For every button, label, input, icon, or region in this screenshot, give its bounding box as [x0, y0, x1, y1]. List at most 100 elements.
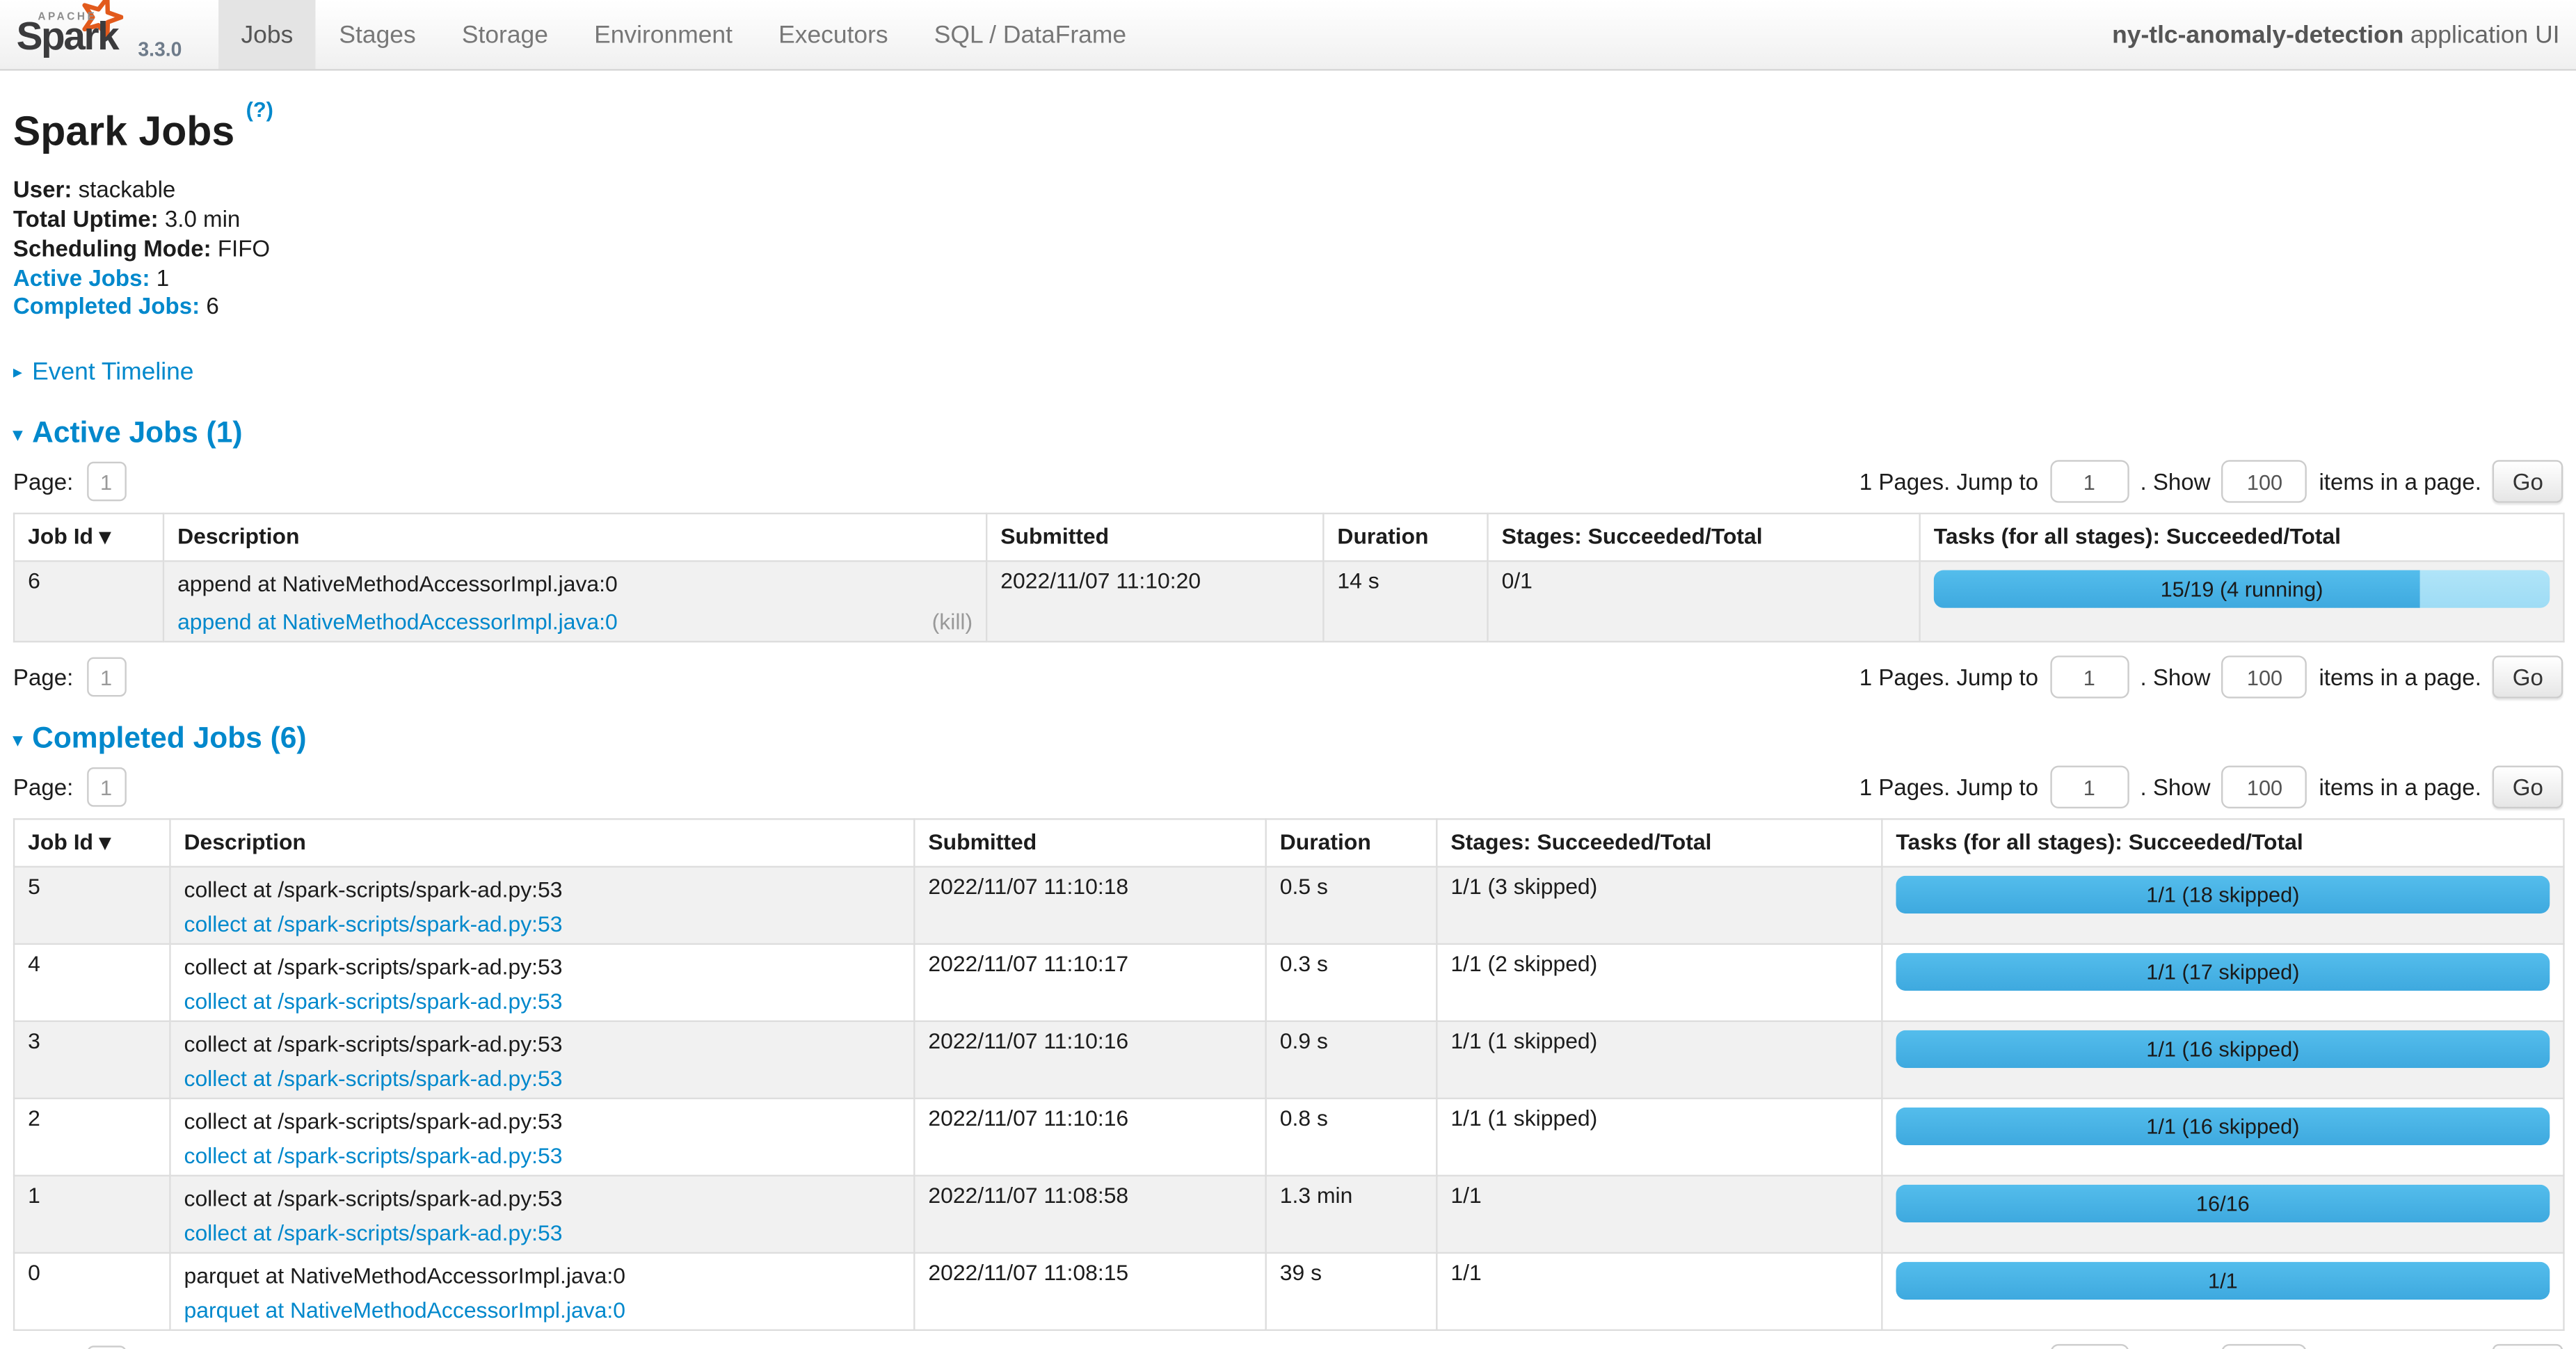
page-number-input[interactable]	[86, 768, 126, 808]
job-id-cell: 0	[14, 1253, 170, 1330]
go-button[interactable]: Go	[2493, 656, 2563, 699]
application-title: ny-tlc-anomaly-detection application UI	[2112, 0, 2576, 69]
active-jobs-title: Active Jobs (1)	[32, 416, 242, 451]
completed-job-row: 0 parquet at NativeMethodAccessorImpl.ja…	[14, 1253, 2563, 1330]
page-size-input[interactable]	[2222, 1344, 2307, 1348]
go-button[interactable]: Go	[2493, 766, 2563, 808]
description-cell: collect at /spark-scripts/spark-ad.py:53…	[170, 1099, 914, 1176]
col-submitted[interactable]: Submitted	[986, 514, 1323, 561]
col-description[interactable]: Description	[170, 820, 914, 867]
col-tasks[interactable]: Tasks (for all stages): Succeeded/Total	[1882, 820, 2563, 867]
job-detail-link[interactable]: collect at /spark-scripts/spark-ad.py:53	[184, 1144, 563, 1168]
col-tasks[interactable]: Tasks (for all stages): Succeeded/Total	[1920, 514, 2564, 561]
summary-active-jobs: Active Jobs: 1	[13, 264, 2563, 293]
show-text: . Show	[2140, 664, 2210, 691]
col-duration[interactable]: Duration	[1323, 514, 1487, 561]
page-size-input[interactable]	[2222, 461, 2307, 503]
tab-stages[interactable]: Stages	[316, 0, 438, 69]
description-cell: parquet at NativeMethodAccessorImpl.java…	[170, 1253, 914, 1330]
tab-environment[interactable]: Environment	[571, 0, 755, 69]
page-number-input[interactable]	[86, 462, 126, 502]
tab-jobs[interactable]: Jobs	[218, 0, 316, 69]
progress-label: 1/1 (18 skipped)	[1896, 876, 2550, 913]
page-title-text: Spark Jobs	[13, 109, 234, 154]
col-description[interactable]: Description	[163, 514, 986, 561]
stages-cell: 1/1	[1437, 1176, 1882, 1253]
items-text: items in a page.	[2319, 774, 2481, 801]
jump-to-input[interactable]	[2050, 1344, 2129, 1348]
duration-cell: 14 s	[1323, 561, 1487, 642]
go-button[interactable]: Go	[2493, 1344, 2563, 1348]
active-jobs-anchor[interactable]: Active Jobs:	[13, 264, 150, 290]
page-title: Spark Jobs (?)	[13, 97, 2563, 157]
job-description: collect at /spark-scripts/spark-ad.py:53	[184, 1110, 901, 1134]
job-id-cell: 2	[14, 1099, 170, 1176]
description-cell: collect at /spark-scripts/spark-ad.py:53…	[170, 1176, 914, 1253]
table-header-row: Job Id ▾ Description Submitted Duration …	[14, 820, 2563, 867]
page-number-input[interactable]	[86, 657, 126, 697]
tab-storage[interactable]: Storage	[439, 0, 571, 69]
duration-cell: 39 s	[1266, 1253, 1437, 1330]
job-description: collect at /spark-scripts/spark-ad.py:53	[184, 1187, 901, 1211]
navbar: APACHE Spark 3.3.0 Jobs Stages Storage E…	[0, 0, 2576, 71]
application-suffix: application UI	[2410, 21, 2560, 49]
col-job-id[interactable]: Job Id ▾	[14, 514, 163, 561]
summary-scheduling-label: Scheduling Mode:	[13, 234, 211, 261]
pagination-active-bottom: Page: 1 Pages. Jump to . Show items in a…	[13, 656, 2563, 699]
summary-scheduling-value: FIFO	[218, 234, 270, 261]
job-description: collect at /spark-scripts/spark-ad.py:53	[184, 955, 901, 980]
jump-to-input[interactable]	[2050, 766, 2129, 808]
stages-cell: 0/1	[1488, 561, 1920, 642]
pagination-completed-bottom: Page: 1 Pages. Jump to . Show items in a…	[13, 1344, 2563, 1348]
jump-to-input[interactable]	[2050, 656, 2129, 699]
submitted-cell: 2022/11/07 11:10:16	[914, 1021, 1265, 1099]
active-jobs-table: Job Id ▾ Description Submitted Duration …	[13, 513, 2565, 643]
summary-uptime-value: 3.0 min	[165, 205, 240, 232]
completed-jobs-header[interactable]: ▾ Completed Jobs (6)	[13, 721, 2563, 756]
job-detail-link[interactable]: collect at /spark-scripts/spark-ad.py:53	[184, 989, 563, 1014]
page-label: Page:	[13, 469, 73, 495]
tasks-cell: 1/1 (18 skipped)	[1882, 867, 2563, 944]
col-submitted[interactable]: Submitted	[914, 820, 1265, 867]
completed-jobs-anchor[interactable]: Completed Jobs:	[13, 293, 200, 319]
pages-text: 1 Pages. Jump to	[1859, 469, 2038, 495]
task-progress-bar: 15/19 (4 running)	[1934, 570, 2550, 608]
page-size-input[interactable]	[2222, 766, 2307, 808]
col-duration[interactable]: Duration	[1266, 820, 1437, 867]
job-detail-link[interactable]: append at NativeMethodAccessorImpl.java:…	[177, 610, 618, 634]
job-detail-link[interactable]: collect at /spark-scripts/spark-ad.py:53	[184, 1221, 563, 1245]
job-id-cell: 1	[14, 1176, 170, 1253]
logo-brand-text: Spark	[17, 15, 118, 61]
spark-logo[interactable]: APACHE Spark	[13, 0, 128, 65]
jump-to-input[interactable]	[2050, 461, 2129, 503]
pagination-completed-top: Page: 1 Pages. Jump to . Show items in a…	[13, 766, 2563, 808]
page-label: Page:	[13, 774, 73, 801]
active-job-row: 6 append at NativeMethodAccessorImpl.jav…	[14, 561, 2563, 642]
tab-sql-dataframe[interactable]: SQL / DataFrame	[911, 0, 1149, 69]
progress-label: 1/1 (17 skipped)	[1896, 953, 2550, 991]
duration-cell: 0.8 s	[1266, 1099, 1437, 1176]
job-detail-link[interactable]: parquet at NativeMethodAccessorImpl.java…	[184, 1298, 625, 1323]
job-id-cell: 6	[14, 561, 163, 642]
job-detail-link[interactable]: collect at /spark-scripts/spark-ad.py:53	[184, 912, 563, 936]
tasks-cell: 15/19 (4 running)	[1920, 561, 2564, 642]
completed-jobs-title: Completed Jobs (6)	[32, 721, 306, 756]
active-jobs-header[interactable]: ▾ Active Jobs (1)	[13, 416, 2563, 451]
task-progress-bar: 16/16	[1896, 1185, 2550, 1222]
event-timeline-toggle[interactable]: ▸ Event Timeline	[13, 358, 194, 386]
job-description: parquet at NativeMethodAccessorImpl.java…	[184, 1264, 901, 1288]
job-detail-link[interactable]: collect at /spark-scripts/spark-ad.py:53	[184, 1067, 563, 1091]
stages-cell: 1/1 (1 skipped)	[1437, 1021, 1882, 1099]
col-stages[interactable]: Stages: Succeeded/Total	[1488, 514, 1920, 561]
kill-link[interactable]: (kill)	[932, 610, 973, 634]
description-cell: collect at /spark-scripts/spark-ad.py:53…	[170, 1021, 914, 1099]
table-header-row: Job Id ▾ Description Submitted Duration …	[14, 514, 2563, 561]
progress-label: 1/1 (16 skipped)	[1896, 1108, 2550, 1145]
help-link[interactable]: (?)	[246, 97, 273, 121]
col-job-id[interactable]: Job Id ▾	[14, 820, 170, 867]
col-stages[interactable]: Stages: Succeeded/Total	[1437, 820, 1882, 867]
page-number-input[interactable]	[86, 1346, 126, 1349]
tab-executors[interactable]: Executors	[755, 0, 911, 69]
page-size-input[interactable]	[2222, 656, 2307, 699]
go-button[interactable]: Go	[2493, 461, 2563, 503]
